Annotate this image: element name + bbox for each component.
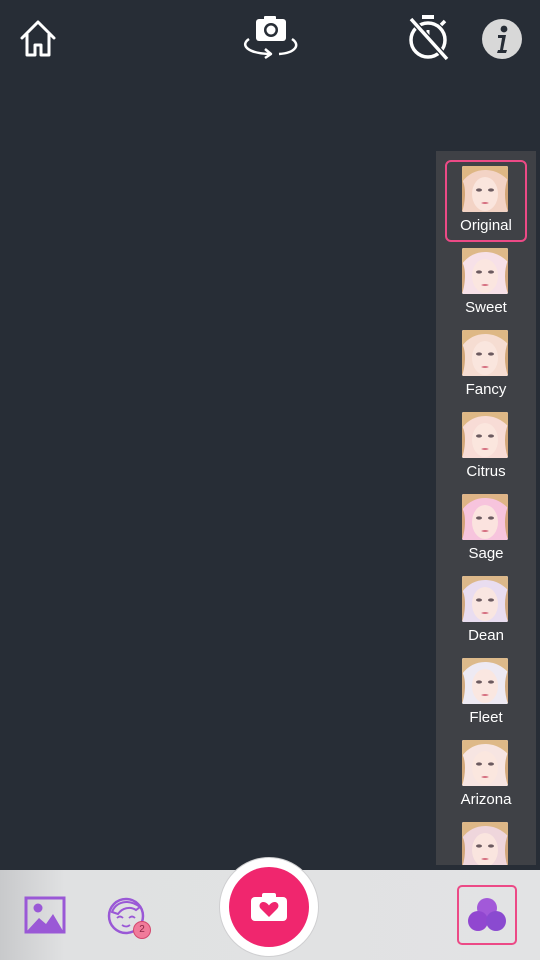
filters-toggle-button[interactable] <box>457 885 517 945</box>
filter-label: Citrus <box>466 463 506 480</box>
beauty-face-button[interactable]: 2 <box>106 894 154 940</box>
filters-icon <box>468 898 506 931</box>
filter-item-arizona[interactable]: Arizona <box>445 734 527 816</box>
filter-item-sage[interactable]: Sage <box>445 488 527 570</box>
filter-thumbnail <box>462 166 508 212</box>
home-icon[interactable] <box>16 14 60 62</box>
filter-label: Sage <box>468 545 504 562</box>
filter-thumbnail <box>462 494 508 540</box>
filter-thumbnail <box>462 248 508 294</box>
filter-item-fancy[interactable]: Fancy <box>445 324 527 406</box>
gallery-icon[interactable] <box>24 896 66 934</box>
camera-switch-icon[interactable] <box>234 12 306 62</box>
filter-label: Arizona <box>460 791 512 808</box>
filter-label: Dean <box>468 627 504 644</box>
filter-label: Original <box>460 217 512 234</box>
filter-label: Sweet <box>465 299 507 316</box>
filter-thumbnail <box>462 412 508 458</box>
info-icon[interactable] <box>480 17 524 61</box>
filter-thumbnail <box>462 822 508 865</box>
filter-item-sweet[interactable]: Sweet <box>445 242 527 324</box>
camera-heart-icon <box>251 893 287 921</box>
shutter-button[interactable] <box>219 857 319 957</box>
filter-thumbnail <box>462 658 508 704</box>
filter-item-citrus[interactable]: Citrus <box>445 406 527 488</box>
timer-off-icon[interactable] <box>404 12 452 64</box>
badge-count: 2 <box>133 921 151 939</box>
top-toolbar <box>0 0 540 80</box>
filter-panel[interactable]: Original Sweet Fancy Citrus Sage Dean Fleet Ari… <box>436 151 536 865</box>
filter-item[interactable] <box>445 816 527 865</box>
filter-item-dean[interactable]: Dean <box>445 570 527 652</box>
shutter-inner <box>229 867 309 947</box>
filter-label: Fleet <box>469 709 503 726</box>
filter-thumbnail <box>462 576 508 622</box>
filter-item-fleet[interactable]: Fleet <box>445 652 527 734</box>
filter-item-original[interactable]: Original <box>445 160 527 242</box>
filter-thumbnail <box>462 330 508 376</box>
filter-label: Fancy <box>465 381 507 398</box>
filter-thumbnail <box>462 740 508 786</box>
